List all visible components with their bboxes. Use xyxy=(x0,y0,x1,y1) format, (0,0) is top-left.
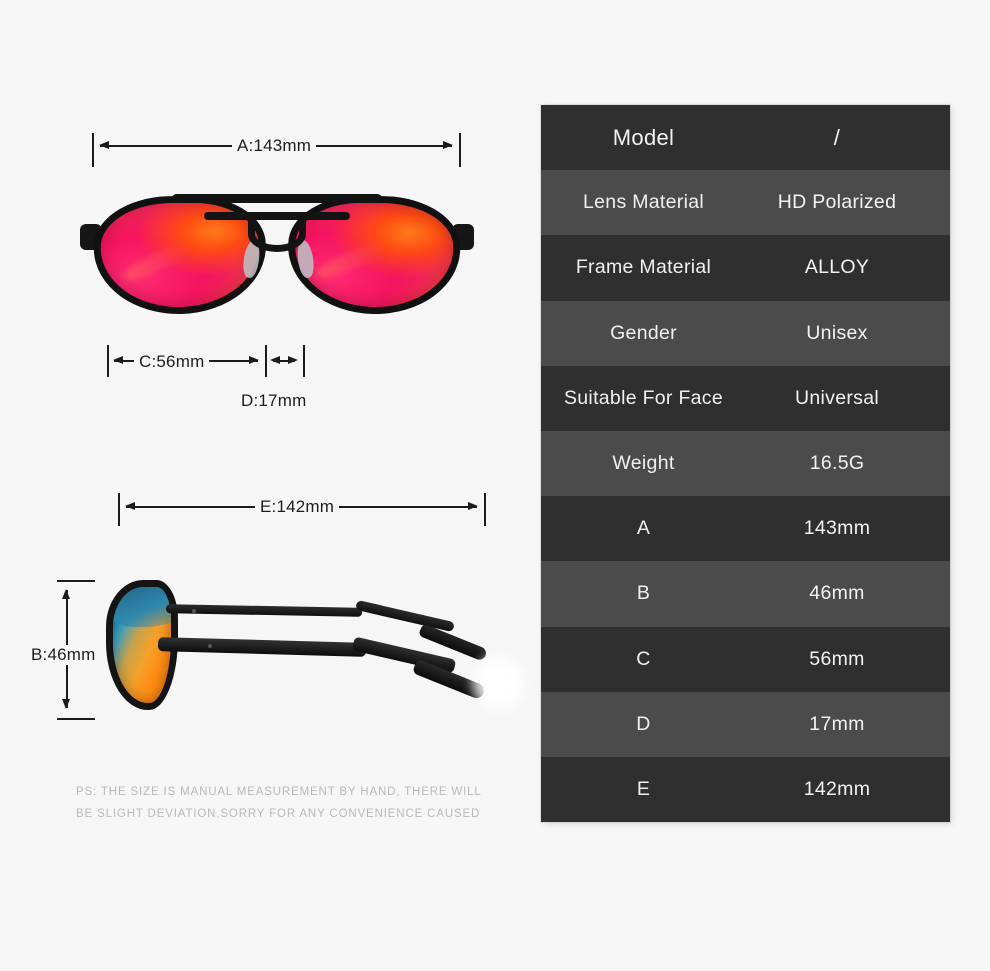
dimension-e-arrow-right xyxy=(468,502,478,510)
dimension-d-arrow-left xyxy=(270,356,280,364)
dimension-a-label: A:143mm xyxy=(232,136,317,156)
dimension-c-arrow-right xyxy=(249,356,259,364)
side-hinge-screw-lower xyxy=(208,644,212,648)
dimension-c-arrow-left xyxy=(113,356,123,364)
table-row: Frame Material ALLOY xyxy=(541,235,950,301)
table-row: E 142mm xyxy=(541,756,950,822)
dimension-b-tick-top xyxy=(57,580,95,582)
spec-label: Gender xyxy=(610,321,677,344)
spec-value: Universal xyxy=(795,386,879,409)
measurement-disclaimer: PS: THE SIZE IS MANUAL MEASUREMENT BY HA… xyxy=(76,781,486,825)
dimension-a-arrow-left xyxy=(99,141,109,149)
table-row: Model / xyxy=(541,105,950,171)
dimension-a-tick-left xyxy=(92,133,94,167)
dimension-c-tick-right xyxy=(265,345,267,377)
spec-label: E xyxy=(636,777,651,800)
spec-value: 143mm xyxy=(803,517,871,540)
table-row: C 56mm xyxy=(541,626,950,692)
table-row: Lens Material HD Polarized xyxy=(541,170,950,236)
dimension-e-tick-right xyxy=(484,493,486,526)
table-row: Gender Unisex xyxy=(541,300,950,366)
spec-value: 16.5G xyxy=(809,452,865,475)
spec-value: / xyxy=(833,124,841,150)
spec-label: Frame Material xyxy=(575,256,712,279)
table-row: Suitable For Face Universal xyxy=(541,365,950,431)
front-nose-bridge xyxy=(248,216,306,252)
spec-label: Lens Material xyxy=(583,191,704,214)
dimension-a-tick-right xyxy=(459,133,461,167)
spec-value: ALLOY xyxy=(804,256,870,279)
spec-value: 142mm xyxy=(803,777,871,800)
spec-value: 56mm xyxy=(809,647,865,670)
dimension-c-tick-left xyxy=(107,345,109,377)
dimension-b-arrow-down xyxy=(62,699,70,709)
dimension-e-tick-left xyxy=(118,493,120,526)
dimension-b-tick-bottom xyxy=(57,718,95,720)
table-row: A 143mm xyxy=(541,496,950,562)
spec-value: Unisex xyxy=(806,321,868,344)
dimension-d-tick-right xyxy=(303,345,305,377)
front-lens-right-glare xyxy=(313,239,387,283)
front-lens-left-glare xyxy=(120,238,193,285)
disclaimer-line-1: PS: THE SIZE IS MANUAL MEASUREMENT BY HA… xyxy=(76,786,482,798)
dimension-b-label: B:46mm xyxy=(26,645,101,665)
spec-value: 17mm xyxy=(809,712,865,735)
spec-value: HD Polarized xyxy=(777,191,897,214)
table-row: B 46mm xyxy=(541,561,950,627)
sunglasses-side-view xyxy=(100,578,500,716)
dimension-b-arrow-up xyxy=(62,589,70,599)
dimension-d-arrow-right xyxy=(288,356,298,364)
table-row: D 17mm xyxy=(541,691,950,757)
spec-value: 46mm xyxy=(809,582,865,605)
spec-label: B xyxy=(636,582,651,605)
spec-label: Suitable For Face xyxy=(563,386,723,409)
specification-table: Model / Lens Material HD Polarized Frame… xyxy=(541,105,950,822)
spec-label: Weight xyxy=(612,452,675,475)
front-brow-bar-lower xyxy=(204,212,350,220)
sunglasses-front-view xyxy=(80,182,474,322)
disclaimer-line-2: BE SLIGHT DEVIATION,SORRY FOR ANY CONVEN… xyxy=(76,808,481,820)
dimension-e-label: E:142mm xyxy=(255,497,340,517)
side-temple-lower xyxy=(157,637,367,657)
side-hinge-screw-upper xyxy=(192,609,196,613)
spec-label: C xyxy=(636,647,651,670)
dimension-a-arrow-right xyxy=(443,141,453,149)
spec-label: A xyxy=(636,517,651,540)
product-spec-page: A:143mm C:56mm D:17mm E:142mm B:46mm PS:… xyxy=(0,0,990,971)
dimension-d-label: D:17mm xyxy=(236,391,312,411)
dimension-e-arrow-left xyxy=(125,502,135,510)
dimension-c-label: C:56mm xyxy=(134,352,210,372)
spec-label: Model xyxy=(612,124,675,150)
front-brow-bar-upper xyxy=(172,194,382,203)
table-row: Weight 16.5G xyxy=(541,430,950,497)
side-temple-bend-upper xyxy=(355,599,455,633)
photo-highlight-glow xyxy=(468,650,530,716)
spec-label: D xyxy=(636,712,651,735)
